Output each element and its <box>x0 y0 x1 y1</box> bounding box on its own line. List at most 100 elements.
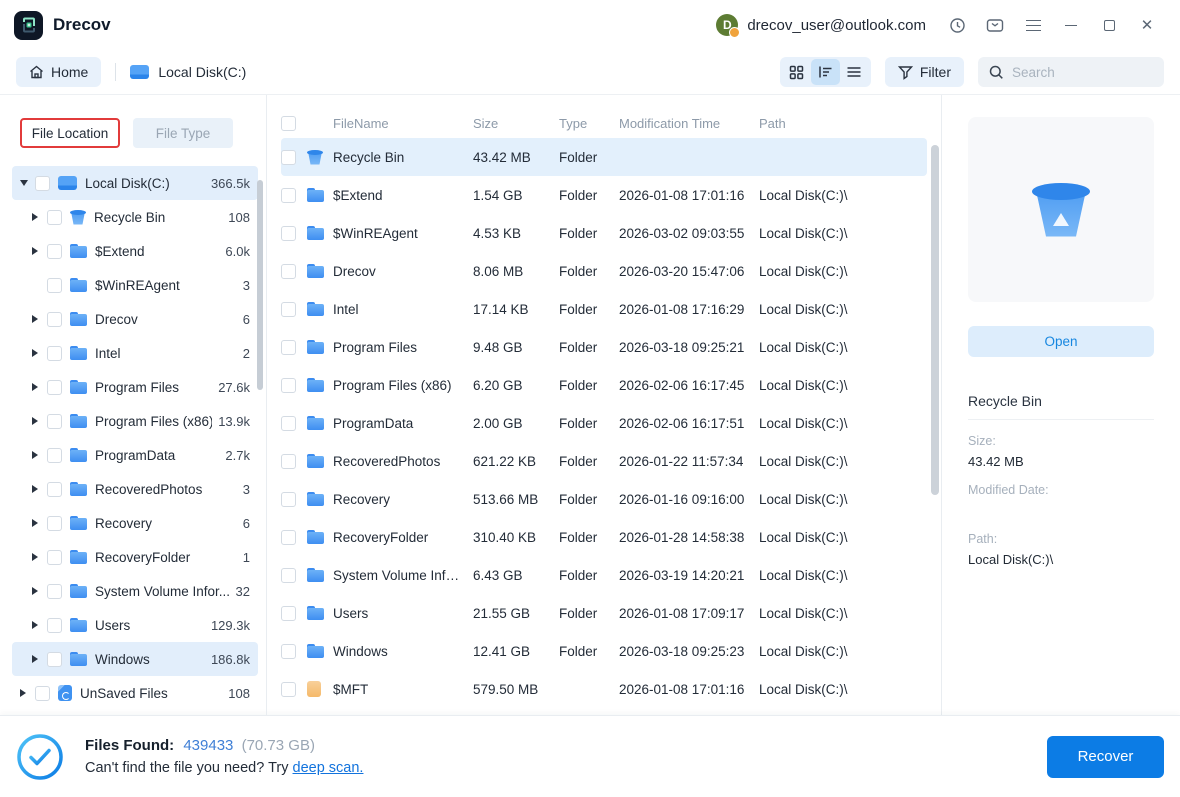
row-checkbox[interactable] <box>281 681 296 697</box>
expand-caret-icon[interactable] <box>32 485 45 493</box>
recover-button[interactable]: Recover <box>1047 735 1164 778</box>
home-button[interactable]: Home <box>16 57 102 87</box>
table-row[interactable]: Windows 12.41 GB Folder 2026-03-18 09:25… <box>281 632 927 670</box>
expand-caret-icon[interactable] <box>32 451 45 459</box>
tree-checkbox[interactable] <box>47 447 62 463</box>
search-input[interactable] <box>1012 64 1142 80</box>
list-view-button[interactable] <box>840 59 869 85</box>
row-checkbox[interactable] <box>281 225 296 241</box>
expand-caret-icon[interactable] <box>32 553 45 561</box>
select-all-checkbox[interactable] <box>281 115 296 131</box>
minimize-button[interactable] <box>1052 10 1090 40</box>
detail-list-view-button[interactable] <box>810 59 840 85</box>
table-row[interactable]: Program Files 9.48 GB Folder 2026-03-18 … <box>281 328 927 366</box>
expand-caret-icon[interactable] <box>32 417 45 425</box>
row-checkbox[interactable] <box>281 567 296 583</box>
tree-item[interactable]: System Volume Infor... 32 <box>12 574 258 608</box>
tree-checkbox[interactable] <box>47 651 62 667</box>
tree-item[interactable]: Drecov 6 <box>12 302 258 336</box>
row-checkbox[interactable] <box>281 301 296 317</box>
history-clock-icon[interactable] <box>938 10 976 40</box>
maximize-button[interactable] <box>1090 10 1128 40</box>
tree-item[interactable]: ProgramData 2.7k <box>12 438 258 472</box>
expand-caret-icon[interactable] <box>32 349 45 357</box>
tree-item[interactable]: Intel 2 <box>12 336 258 370</box>
table-row[interactable]: $MFT 579.50 MB 2026-01-08 17:01:16 Local… <box>281 670 927 708</box>
table-row[interactable]: Recovery 513.66 MB Folder 2026-01-16 09:… <box>281 480 927 518</box>
tree-checkbox[interactable] <box>47 413 62 429</box>
row-checkbox[interactable] <box>281 453 296 469</box>
tree-item[interactable]: Users 129.3k <box>12 608 258 642</box>
expand-caret-icon[interactable] <box>32 621 45 629</box>
expand-caret-icon[interactable] <box>32 383 45 391</box>
message-envelope-icon[interactable] <box>976 10 1014 40</box>
tree-checkbox[interactable] <box>47 379 62 395</box>
filter-button[interactable]: Filter <box>884 57 964 87</box>
row-checkbox[interactable] <box>281 415 296 431</box>
table-row[interactable]: $WinREAgent 4.53 KB Folder 2026-03-02 09… <box>281 214 927 252</box>
tree-item[interactable]: Recovery 6 <box>12 506 258 540</box>
tree-checkbox[interactable] <box>47 515 62 531</box>
expand-caret-icon[interactable] <box>32 519 45 527</box>
tree-item[interactable]: RecoveredPhotos 3 <box>12 472 258 506</box>
table-scrollbar[interactable] <box>931 145 939 495</box>
row-checkbox[interactable] <box>281 491 296 507</box>
table-row[interactable]: RecoveredPhotos 621.22 KB Folder 2026-01… <box>281 442 927 480</box>
tree-checkbox[interactable] <box>35 685 50 701</box>
row-checkbox[interactable] <box>281 149 296 165</box>
disk-tab[interactable]: Local Disk(C:) <box>130 64 246 80</box>
tree-checkbox[interactable] <box>47 617 62 633</box>
expand-caret-icon[interactable] <box>32 247 45 255</box>
tree-checkbox[interactable] <box>47 209 62 225</box>
grid-view-button[interactable] <box>782 59 811 85</box>
expand-caret-icon[interactable] <box>20 180 33 186</box>
row-checkbox[interactable] <box>281 263 296 279</box>
row-checkbox[interactable] <box>281 339 296 355</box>
tree-item[interactable]: $WinREAgent 3 <box>12 268 258 302</box>
row-checkbox[interactable] <box>281 529 296 545</box>
tree-item[interactable]: UnSaved Files 108 <box>12 676 258 710</box>
tree-checkbox[interactable] <box>47 345 62 361</box>
tree-item[interactable]: Recycle Bin 108 <box>12 200 258 234</box>
tab-file-location[interactable]: File Location <box>20 118 120 148</box>
expand-caret-icon[interactable] <box>32 655 45 663</box>
tree-item[interactable]: Local Disk(C:) 366.5k <box>12 166 258 200</box>
row-checkbox[interactable] <box>281 643 296 659</box>
tree-item[interactable]: Program Files (x86) 13.9k <box>12 404 258 438</box>
row-checkbox[interactable] <box>281 187 296 203</box>
table-row[interactable]: Intel 17.14 KB Folder 2026-01-08 17:16:2… <box>281 290 927 328</box>
tree-checkbox[interactable] <box>35 175 50 191</box>
table-row[interactable]: System Volume Inform... 6.43 GB Folder 2… <box>281 556 927 594</box>
open-button[interactable]: Open <box>968 326 1154 357</box>
user-avatar[interactable]: D <box>716 14 741 38</box>
menu-icon[interactable] <box>1014 10 1052 40</box>
table-row[interactable]: ProgramData 2.00 GB Folder 2026-02-06 16… <box>281 404 927 442</box>
table-row[interactable]: $Extend 1.54 GB Folder 2026-01-08 17:01:… <box>281 176 927 214</box>
tree-checkbox[interactable] <box>47 549 62 565</box>
expand-caret-icon[interactable] <box>32 587 45 595</box>
deep-scan-link[interactable]: deep scan. <box>293 760 364 776</box>
table-row[interactable]: Drecov 8.06 MB Folder 2026-03-20 15:47:0… <box>281 252 927 290</box>
col-path[interactable]: Path <box>759 116 927 131</box>
col-size[interactable]: Size <box>473 116 559 131</box>
tree-checkbox[interactable] <box>47 481 62 497</box>
tree-item[interactable]: RecoveryFolder 1 <box>12 540 258 574</box>
expand-caret-icon[interactable] <box>32 213 45 221</box>
tree-checkbox[interactable] <box>47 277 62 293</box>
tree-checkbox[interactable] <box>47 243 62 259</box>
row-checkbox[interactable] <box>281 377 296 393</box>
table-row[interactable]: Program Files (x86) 6.20 GB Folder 2026-… <box>281 366 927 404</box>
table-row[interactable]: Users 21.55 GB Folder 2026-01-08 17:09:1… <box>281 594 927 632</box>
col-type[interactable]: Type <box>559 116 619 131</box>
tab-file-type[interactable]: File Type <box>133 118 233 148</box>
search-box[interactable] <box>978 57 1164 87</box>
tree-checkbox[interactable] <box>47 311 62 327</box>
close-button[interactable]: ✕ <box>1128 10 1166 40</box>
tree-item[interactable]: $Extend 6.0k <box>12 234 258 268</box>
row-checkbox[interactable] <box>281 605 296 621</box>
table-row[interactable]: Recycle Bin 43.42 MB Folder <box>281 138 927 176</box>
col-mtime[interactable]: Modification Time <box>619 116 759 131</box>
sidebar-scrollbar[interactable] <box>257 180 263 390</box>
tree-item[interactable]: Program Files 27.6k <box>12 370 258 404</box>
col-filename[interactable]: FileName <box>333 116 473 131</box>
